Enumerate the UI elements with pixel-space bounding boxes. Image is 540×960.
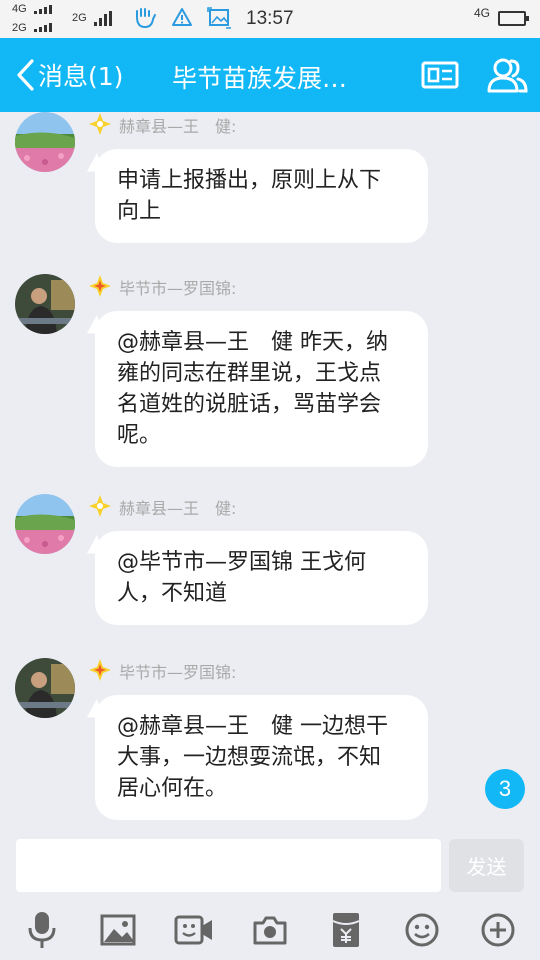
network-type-sim2: 2G	[12, 22, 27, 34]
warning-icon	[172, 8, 192, 26]
avatar-person-image	[15, 658, 75, 718]
message-text-line: 名道姓的说脏话，骂苗学会	[117, 392, 382, 417]
message-bubble[interactable]: @赫章县—王 健 昨天，纳 雍的同志在群里说，王戈点 名道姓的说脏话，骂苗学会 …	[95, 311, 428, 467]
battery-icon	[498, 11, 529, 26]
chevron-left-icon	[17, 59, 34, 91]
avatar-landscape-image	[15, 112, 75, 172]
page-title: 毕节苗族发展…	[172, 64, 348, 93]
avatar-landscape-image	[15, 494, 75, 554]
message-text-line: 向上	[117, 199, 162, 224]
message-text-line: @赫章县—王 健 一边想干	[117, 714, 388, 739]
camera-button[interactable]	[248, 908, 292, 952]
message-text-line: 雍的同志在群里说，王戈点	[117, 361, 382, 386]
avatar[interactable]	[15, 494, 75, 554]
status-bar: 4G 2G 2G 13:57 4G	[0, 0, 540, 38]
camera-icon	[253, 916, 287, 945]
avatar[interactable]	[15, 112, 75, 172]
avatar[interactable]	[15, 274, 75, 334]
network-type-sim1: 4G	[12, 3, 27, 15]
status-time: 13:57	[246, 8, 294, 29]
sender-name: 赫章县—王 健:	[119, 499, 237, 518]
message-text-line: 大事，一边想耍流氓，不知	[117, 745, 382, 770]
emoji-icon	[405, 913, 439, 947]
message-bubble[interactable]: @赫章县—王 健 一边想干 大事，一边想耍流氓，不知 居心何在。	[95, 695, 428, 820]
red-packet-button[interactable]	[324, 908, 368, 952]
sender-name: 毕节市—罗国锦:	[119, 279, 237, 298]
image-button[interactable]	[96, 908, 140, 952]
message-text-line: 人，不知道	[117, 581, 228, 606]
send-button[interactable]: 发送	[449, 839, 524, 892]
composer-toolbar	[0, 908, 540, 952]
signal-icon-sim2	[34, 23, 52, 32]
video-icon	[174, 915, 212, 945]
composer: 发送	[0, 828, 540, 960]
microphone-icon	[28, 912, 56, 948]
message-text-line: 申请上报播出，原则上从下	[117, 168, 382, 193]
message-bubble[interactable]: @毕节市—罗国锦 王戈何 人，不知道	[95, 531, 428, 625]
member-rank-icon	[89, 495, 111, 517]
sender-name: 赫章县—王 健:	[119, 117, 237, 136]
screenshot-icon	[207, 7, 231, 29]
sender-name: 毕节市—罗国锦:	[119, 663, 237, 682]
back-label: 消息(1)	[38, 62, 124, 91]
back-button[interactable]: 消息(1)	[14, 38, 123, 112]
image-icon	[100, 914, 136, 946]
message-bubble[interactable]: 申请上报播出，原则上从下 向上	[95, 149, 428, 243]
red-packet-icon	[332, 913, 360, 947]
message-text-line: 呢。	[117, 423, 162, 448]
emoji-button[interactable]	[400, 908, 444, 952]
chat-header: 消息(1) 毕节苗族发展…	[0, 38, 540, 112]
signal-icon	[94, 11, 112, 26]
message-text-line: @赫章县—王 健 昨天，纳	[117, 330, 388, 355]
network-type-label: 2G	[72, 12, 87, 24]
video-button[interactable]	[172, 908, 216, 952]
more-button[interactable]	[476, 908, 520, 952]
voice-button[interactable]	[20, 908, 64, 952]
avatar[interactable]	[15, 658, 75, 718]
message-text-line: 居心何在。	[117, 776, 228, 801]
network-type-data: 4G	[474, 6, 491, 20]
glove-icon	[136, 8, 156, 29]
plus-icon	[481, 913, 515, 947]
member-rank-icon	[89, 659, 111, 681]
message-input[interactable]	[16, 839, 441, 892]
message-text-line: @毕节市—罗国锦 王戈何	[117, 550, 366, 575]
member-rank-icon	[89, 275, 111, 297]
signal-icon-sim1	[34, 5, 52, 14]
member-rank-icon	[89, 113, 111, 135]
group-profile-card-icon[interactable]	[421, 56, 459, 94]
avatar-person-image	[15, 274, 75, 334]
group-members-icon[interactable]	[486, 56, 528, 94]
unread-count-badge[interactable]: 3	[485, 769, 525, 809]
